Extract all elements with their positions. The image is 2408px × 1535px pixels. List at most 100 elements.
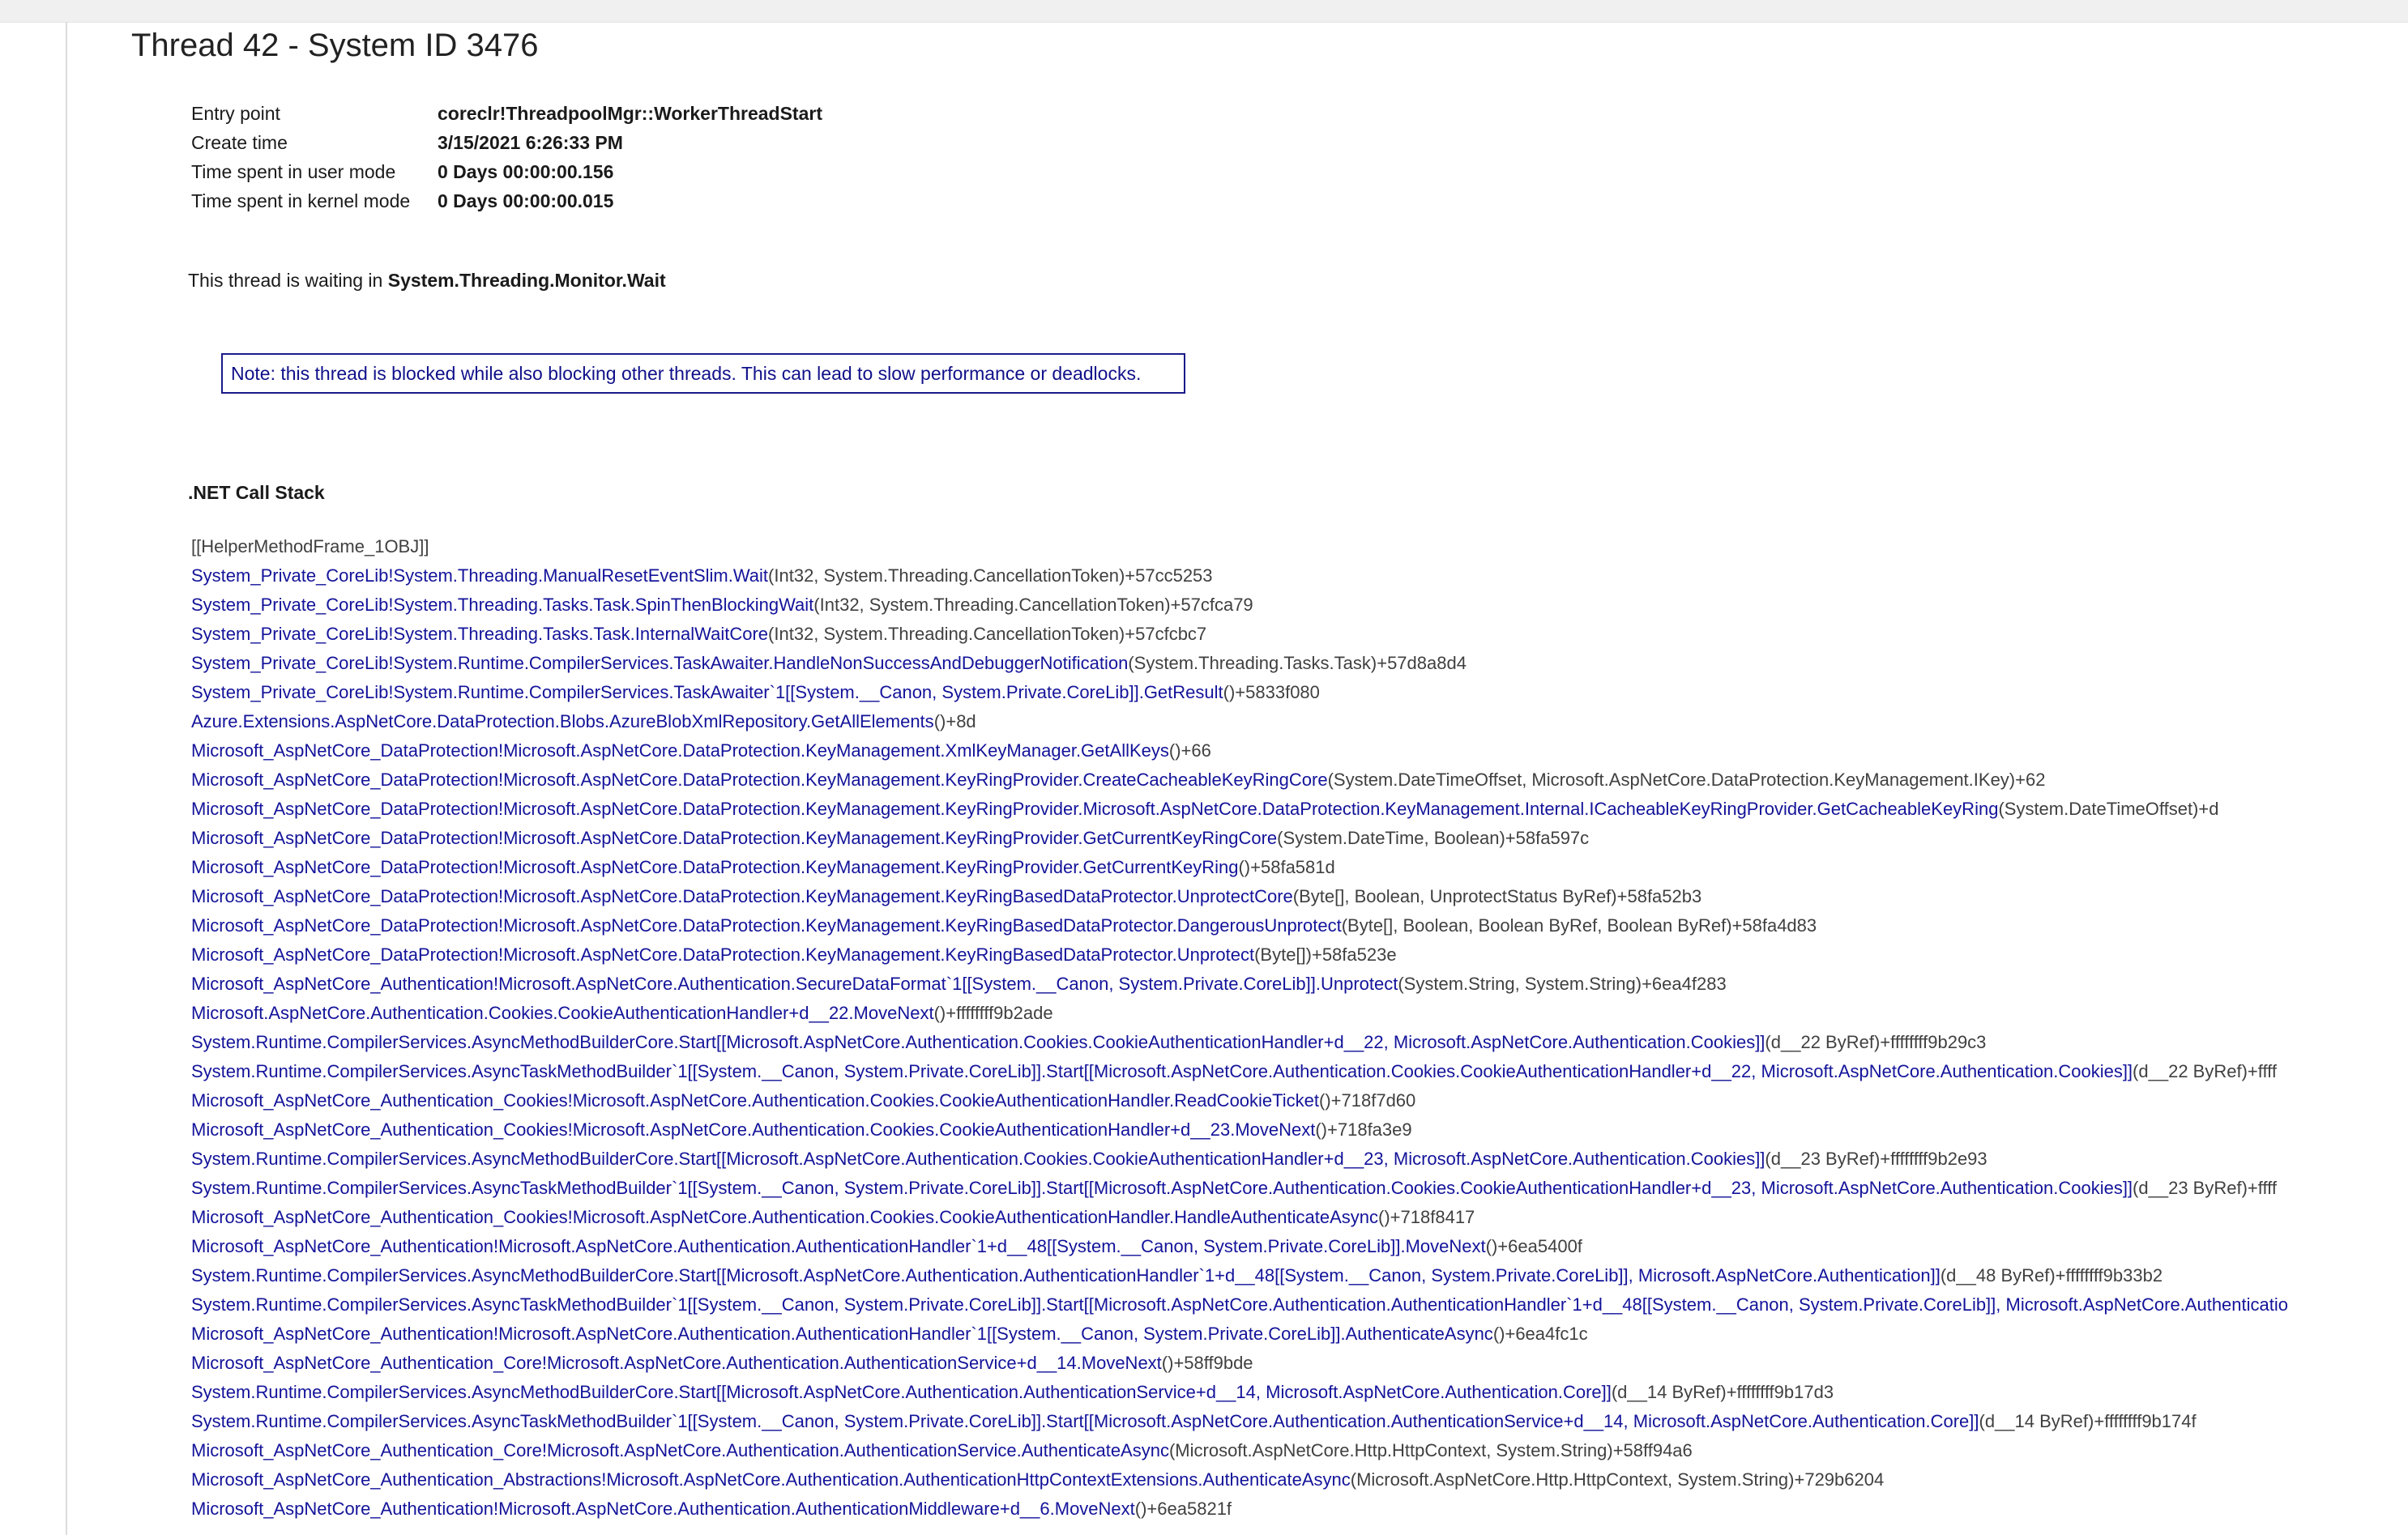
- property-row-kernel-mode: Time spent in kernel mode 0 Days 00:00:0…: [191, 186, 822, 215]
- stack-frame-args: ()+6ea5400f: [1485, 1236, 1582, 1256]
- stack-frame-method-link[interactable]: Microsoft_AspNetCore_Authentication!Micr…: [191, 1324, 1493, 1344]
- stack-frame: Microsoft_AspNetCore_DataProtection!Micr…: [191, 824, 2288, 853]
- stack-frame-args: (Microsoft.AspNetCore.Http.HttpContext, …: [1168, 1440, 1693, 1460]
- stack-frame-args: ()+718fa3e9: [1315, 1119, 1412, 1140]
- stack-frame-args: (d__14 ByRef)+ffffffff9b17d3: [1611, 1382, 1834, 1402]
- property-label: Entry point: [191, 102, 280, 124]
- stack-frame: Azure.Extensions.AspNetCore.DataProtecti…: [191, 707, 2288, 736]
- stack-frame-method-link[interactable]: System.Runtime.CompilerServices.AsyncTas…: [191, 1411, 1979, 1431]
- stack-frame: System_Private_CoreLib!System.Threading.…: [191, 591, 2288, 620]
- stack-frame-method-link[interactable]: Microsoft_AspNetCore_DataProtection!Micr…: [191, 799, 1998, 819]
- stack-frame-method-link[interactable]: System_Private_CoreLib!System.Runtime.Co…: [191, 682, 1223, 702]
- stack-frame-method-link[interactable]: System_Private_CoreLib!System.Runtime.Co…: [191, 653, 1128, 673]
- stack-frame-method-link[interactable]: Microsoft_AspNetCore_Authentication_Cook…: [191, 1119, 1315, 1140]
- stack-frame-args: ()+718f7d60: [1319, 1090, 1416, 1111]
- stack-frame-args: ()+58ff9bde: [1161, 1353, 1253, 1373]
- stack-frame-args: ()+6ea5821f: [1134, 1499, 1232, 1519]
- stack-frame: Microsoft_AspNetCore_DataProtection!Micr…: [191, 882, 2288, 911]
- property-value: 0 Days 00:00:00.015: [438, 190, 614, 211]
- stack-frame: System.Runtime.CompilerServices.AsyncTas…: [191, 1290, 2288, 1320]
- stack-frame-method-link[interactable]: Microsoft_AspNetCore_DataProtection!Micr…: [191, 944, 1254, 965]
- stack-frame-args: ()+6ea4fc1c: [1492, 1324, 1588, 1344]
- stack-frame-method-link[interactable]: Microsoft_AspNetCore_Authentication_Cook…: [191, 1090, 1319, 1111]
- stack-frame: System.Runtime.CompilerServices.AsyncMet…: [191, 1378, 2288, 1407]
- stack-frame-args: (d__23 ByRef)+ffff: [2133, 1178, 2278, 1198]
- stack-frame-args: (d__22 ByRef)+ffff: [2133, 1061, 2278, 1081]
- property-label: Time spent in user mode: [191, 160, 396, 182]
- call-stack-list: [[HelperMethodFrame_1OBJ]] System_Private…: [191, 532, 2288, 1524]
- property-row-entry-point: Entry point coreclr!ThreadpoolMgr::Worke…: [191, 99, 822, 128]
- stack-frame-args: (System.DateTime, Boolean)+58fa597c: [1277, 828, 1590, 848]
- stack-frame: Microsoft_AspNetCore_Authentication!Micr…: [191, 1494, 2288, 1524]
- stack-frame-method-link[interactable]: Microsoft_AspNetCore_Authentication_Core…: [191, 1440, 1169, 1460]
- stack-frame-method-link[interactable]: System.Runtime.CompilerServices.AsyncMet…: [191, 1032, 1765, 1052]
- stack-frame-method-link[interactable]: Microsoft_AspNetCore_DataProtection!Micr…: [191, 886, 1293, 906]
- stack-frame-method-link[interactable]: Microsoft_AspNetCore_Authentication!Micr…: [191, 974, 1398, 994]
- stack-frame: Microsoft_AspNetCore_Authentication!Micr…: [191, 1320, 2288, 1349]
- stack-frame: Microsoft_AspNetCore_DataProtection!Micr…: [191, 911, 2288, 940]
- stack-frame-method-link[interactable]: System_Private_CoreLib!System.Threading.…: [191, 624, 768, 644]
- stack-frame-method-link[interactable]: System_Private_CoreLib!System.Threading.…: [191, 595, 813, 615]
- stack-frame-method-link[interactable]: System.Runtime.CompilerServices.AsyncMet…: [191, 1382, 1612, 1402]
- stack-frame: System.Runtime.CompilerServices.AsyncMet…: [191, 1028, 2288, 1057]
- stack-frame-args: (Int32, System.Threading.CancellationTok…: [768, 565, 1213, 586]
- stack-frame-args: (System.DateTimeOffset, Microsoft.AspNet…: [1327, 770, 2046, 790]
- stack-frame-args: ()+5833f080: [1223, 682, 1320, 702]
- page-title: Thread 42 - System ID 3476: [131, 28, 539, 63]
- stack-frame-method-link[interactable]: System.Runtime.CompilerServices.AsyncMet…: [191, 1265, 1940, 1286]
- left-divider: [66, 22, 67, 1535]
- stack-frame-method-link[interactable]: Microsoft_AspNetCore_DataProtection!Micr…: [191, 740, 1169, 761]
- stack-frame: System_Private_CoreLib!System.Threading.…: [191, 561, 2288, 591]
- stack-frame-method-link[interactable]: System_Private_CoreLib!System.Threading.…: [191, 565, 768, 586]
- stack-frame-method-link[interactable]: Microsoft_AspNetCore_Authentication!Micr…: [191, 1236, 1486, 1256]
- stack-frame-args: (Byte[], Boolean, UnprotectStatus ByRef)…: [1292, 886, 1702, 906]
- stack-frame: Microsoft_AspNetCore_DataProtection!Micr…: [191, 736, 2288, 765]
- stack-frame-method-link[interactable]: Microsoft_AspNetCore_DataProtection!Micr…: [191, 770, 1328, 790]
- thread-properties: Entry point coreclr!ThreadpoolMgr::Worke…: [191, 99, 822, 215]
- stack-frame-args: ()+58fa581d: [1238, 857, 1335, 877]
- property-value: 0 Days 00:00:00.156: [438, 160, 614, 182]
- stack-frame-args: (d__14 ByRef)+ffffffff9b174f: [1979, 1411, 2197, 1431]
- stack-frame: Microsoft_AspNetCore_DataProtection!Micr…: [191, 853, 2288, 882]
- property-label: Time spent in kernel mode: [191, 190, 411, 211]
- property-row-create-time: Create time 3/15/2021 6:26:33 PM: [191, 128, 822, 157]
- stack-frame-method-link[interactable]: System.Runtime.CompilerServices.AsyncTas…: [191, 1294, 2288, 1315]
- stack-frame-args: ()+718f8417: [1378, 1207, 1475, 1227]
- stack-frame-args: (d__48 ByRef)+ffffffff9b33b2: [1940, 1265, 2163, 1286]
- stack-frame: Microsoft_AspNetCore_Authentication_Abst…: [191, 1465, 2288, 1494]
- stack-frame-method-link[interactable]: Microsoft.AspNetCore.Authentication.Cook…: [191, 1003, 934, 1023]
- stack-frame: Microsoft_AspNetCore_Authentication_Core…: [191, 1349, 2288, 1378]
- stack-frame-args: (System.Threading.Tasks.Task)+57d8a8d4: [1128, 653, 1467, 673]
- stack-frame-method-link[interactable]: System.Runtime.CompilerServices.AsyncTas…: [191, 1178, 2133, 1198]
- stack-frame-method-link[interactable]: Microsoft_AspNetCore_Authentication!Micr…: [191, 1499, 1135, 1519]
- property-label: Create time: [191, 131, 288, 153]
- stack-frame-args: (System.DateTimeOffset)+d: [1998, 799, 2219, 819]
- stack-frame-method-link[interactable]: System.Runtime.CompilerServices.AsyncTas…: [191, 1061, 2133, 1081]
- stack-frame-args: (d__23 ByRef)+ffffffff9b2e93: [1765, 1149, 1987, 1169]
- stack-frame-method-link[interactable]: Microsoft_AspNetCore_Authentication_Abst…: [191, 1469, 1351, 1490]
- stack-frame: Microsoft_AspNetCore_Authentication!Micr…: [191, 1232, 2288, 1261]
- stack-frame: Microsoft.AspNetCore.Authentication.Cook…: [191, 999, 2288, 1028]
- stack-frame-method-link[interactable]: Microsoft_AspNetCore_DataProtection!Micr…: [191, 828, 1277, 848]
- stack-frame: Microsoft_AspNetCore_Authentication!Micr…: [191, 970, 2288, 999]
- stack-frame-args: (Byte[])+58fa523e: [1254, 944, 1397, 965]
- stack-frame-method-link[interactable]: Microsoft_AspNetCore_Authentication_Core…: [191, 1353, 1162, 1373]
- stack-frame-args: ()+8d: [933, 711, 976, 731]
- stack-frame: Microsoft_AspNetCore_Authentication_Cook…: [191, 1115, 2288, 1145]
- stack-frame: System_Private_CoreLib!System.Runtime.Co…: [191, 649, 2288, 678]
- stack-frame-method-link[interactable]: Azure.Extensions.AspNetCore.DataProtecti…: [191, 711, 934, 731]
- stack-frame-method-link[interactable]: Microsoft_AspNetCore_Authentication_Cook…: [191, 1207, 1378, 1227]
- stack-frame-method-link[interactable]: Microsoft_AspNetCore_DataProtection!Micr…: [191, 857, 1238, 877]
- stack-frame: System_Private_CoreLib!System.Runtime.Co…: [191, 678, 2288, 707]
- stack-frame-method-link[interactable]: Microsoft_AspNetCore_DataProtection!Micr…: [191, 915, 1342, 936]
- stack-frame-args: (System.String, System.String)+6ea4f283: [1398, 974, 1727, 994]
- stack-frame-method-link[interactable]: System.Runtime.CompilerServices.AsyncMet…: [191, 1149, 1765, 1169]
- stack-frame: [[HelperMethodFrame_1OBJ]]: [191, 532, 2288, 561]
- waiting-prefix: This thread is waiting in: [188, 270, 388, 291]
- stack-frame: System.Runtime.CompilerServices.AsyncTas…: [191, 1174, 2288, 1203]
- blocking-note: Note: this thread is blocked while also …: [221, 353, 1185, 394]
- stack-frame-args: (Microsoft.AspNetCore.Http.HttpContext, …: [1350, 1469, 1885, 1490]
- stack-frame: Microsoft_AspNetCore_Authentication_Cook…: [191, 1203, 2288, 1232]
- waiting-status: This thread is waiting in System.Threadi…: [188, 266, 666, 295]
- stack-frame: Microsoft_AspNetCore_Authentication_Core…: [191, 1436, 2288, 1465]
